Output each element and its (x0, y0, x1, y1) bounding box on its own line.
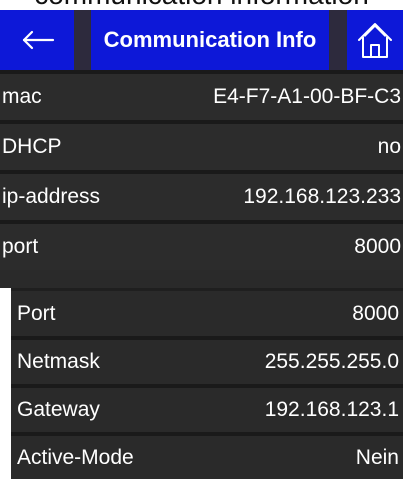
info-value: no (377, 135, 401, 158)
info-value: 8000 (354, 235, 401, 258)
back-button[interactable] (0, 10, 74, 70)
info-row-ip-address: ip-address 192.168.123.233 (0, 170, 403, 220)
top-caption: communication information (0, 0, 403, 10)
main-panel: Communication Info mac E4-F7-A1-00-BF-C3 (0, 10, 403, 288)
header-bar: Communication Info (0, 10, 403, 70)
info-row-port: port 8000 (0, 220, 403, 270)
home-button[interactable] (347, 10, 403, 70)
info-label: mac (2, 85, 42, 108)
page-root: communication information Communication … (0, 0, 403, 479)
info-label: Port (17, 301, 56, 325)
info-label: Gateway (17, 398, 100, 421)
info-value: 255.255.255.0 (264, 350, 399, 373)
info-label: ip-address (2, 185, 101, 208)
secondary-row-netmask: Netmask 255.255.255.0 (11, 336, 403, 384)
back-arrow-icon (22, 30, 55, 50)
info-value: 192.168.123.1 (264, 398, 399, 421)
info-row-mac: mac E4-F7-A1-00-BF-C3 (0, 70, 403, 120)
info-label: Netmask (17, 350, 100, 373)
info-label: DHCP (2, 135, 62, 158)
title-container: Communication Info (91, 10, 329, 70)
home-button-container[interactable] (347, 10, 403, 70)
secondary-row-port: Port 8000 (11, 288, 403, 336)
info-row-dhcp: DHCP no (0, 120, 403, 170)
secondary-info-panel: Port 8000 Netmask 255.255.255.0 Gateway … (11, 288, 403, 479)
info-value: E4-F7-A1-00-BF-C3 (213, 85, 401, 108)
info-value: 8000 (352, 301, 399, 325)
home-icon (358, 23, 392, 58)
page-title: Communication Info (103, 27, 317, 52)
back-button-container[interactable] (0, 10, 74, 70)
secondary-row-gateway: Gateway 192.168.123.1 (11, 384, 403, 432)
info-value: Nein (355, 446, 399, 469)
secondary-row-active-mode: Active-Mode Nein (11, 432, 403, 479)
main-info-list: mac E4-F7-A1-00-BF-C3 DHCP no ip-address… (0, 70, 403, 270)
info-value: 192.168.123.233 (243, 185, 401, 208)
info-label: port (2, 235, 39, 258)
info-label: Active-Mode (17, 446, 134, 469)
